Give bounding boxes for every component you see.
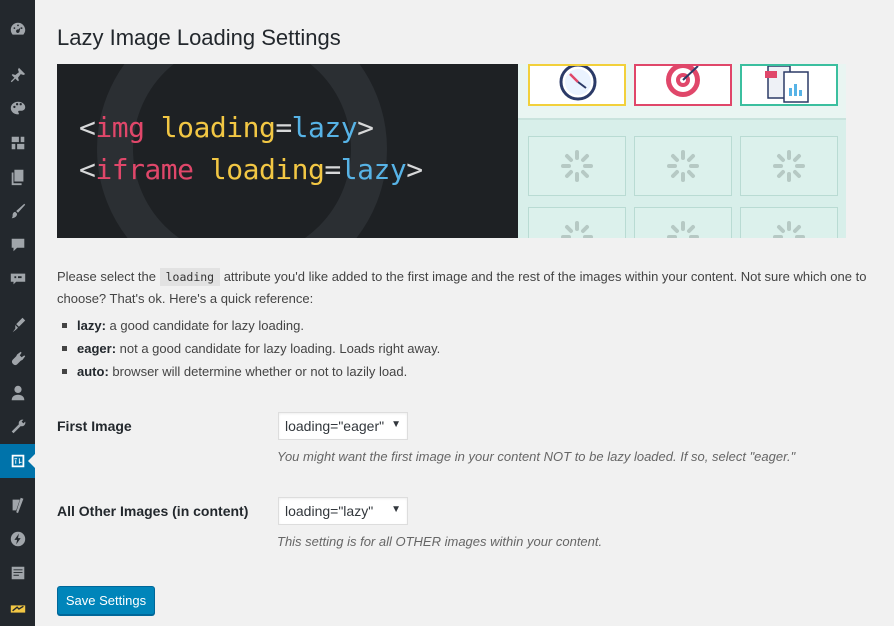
palette-icon[interactable]	[0, 92, 35, 126]
banner-illustration	[518, 64, 846, 238]
first-image-select[interactable]: loading="eager" ▼	[278, 412, 408, 440]
other-images-label: All Other Images (in content)	[57, 503, 249, 519]
dashboard-icon[interactable]	[0, 12, 35, 46]
wordpress-logo-watermark	[97, 64, 387, 238]
other-images-hint: This setting is for all OTHER images wit…	[277, 534, 603, 549]
settings-description: Please select the loading attribute you'…	[57, 268, 867, 306]
media-icon[interactable]	[0, 126, 35, 160]
plugin-banner: <img loading=lazy> <iframe loading=lazy>	[57, 64, 846, 238]
banner-code-line-iframe: <iframe loading=lazy>	[79, 153, 423, 186]
users-icon[interactable]	[0, 376, 35, 410]
plugins-icon[interactable]	[0, 342, 35, 376]
bolt-icon[interactable]	[0, 522, 35, 556]
loading-spinner-icon	[740, 207, 838, 238]
pages-icon[interactable]	[0, 160, 35, 194]
chevron-down-icon: ▼	[391, 504, 401, 515]
reference-list: lazy: a good candidate for lazy loading.…	[62, 316, 440, 385]
save-settings-button[interactable]: Save Settings	[57, 586, 155, 615]
other-images-select[interactable]: loading="lazy" ▼	[278, 497, 408, 525]
first-image-hint: You might want the first image in your c…	[277, 449, 796, 464]
target-icon	[634, 64, 732, 106]
loading-attribute-code: loading	[159, 268, 221, 286]
tools-icon[interactable]	[0, 410, 35, 444]
list-item: auto: browser will determine whether or …	[62, 362, 440, 385]
feedback-icon[interactable]	[0, 262, 35, 296]
loading-spinner-icon	[740, 136, 838, 196]
list-item: eager: not a good candidate for lazy loa…	[62, 339, 440, 362]
extra-icon[interactable]	[0, 592, 35, 626]
forms-icon[interactable]	[0, 556, 35, 590]
loading-spinner-icon	[528, 207, 626, 238]
appearance-icon[interactable]	[0, 308, 35, 342]
pin-icon[interactable]	[0, 58, 35, 92]
comments-icon[interactable]	[0, 228, 35, 262]
loading-spinner-icon	[528, 136, 626, 196]
settings-icon[interactable]	[0, 444, 36, 478]
loading-spinner-icon	[634, 207, 732, 238]
page-title: Lazy Image Loading Settings	[57, 25, 341, 50]
first-image-label: First Image	[57, 418, 132, 434]
loading-spinner-icon	[634, 136, 732, 196]
brush-icon[interactable]	[0, 194, 35, 228]
stopwatch-icon	[528, 64, 626, 106]
document-icon	[740, 64, 838, 106]
chevron-down-icon: ▼	[391, 419, 401, 430]
list-item: lazy: a good candidate for lazy loading.	[62, 316, 440, 339]
yoast-icon[interactable]	[0, 488, 35, 522]
admin-sidebar	[0, 0, 36, 626]
banner-code-line-img: <img loading=lazy>	[79, 111, 374, 144]
